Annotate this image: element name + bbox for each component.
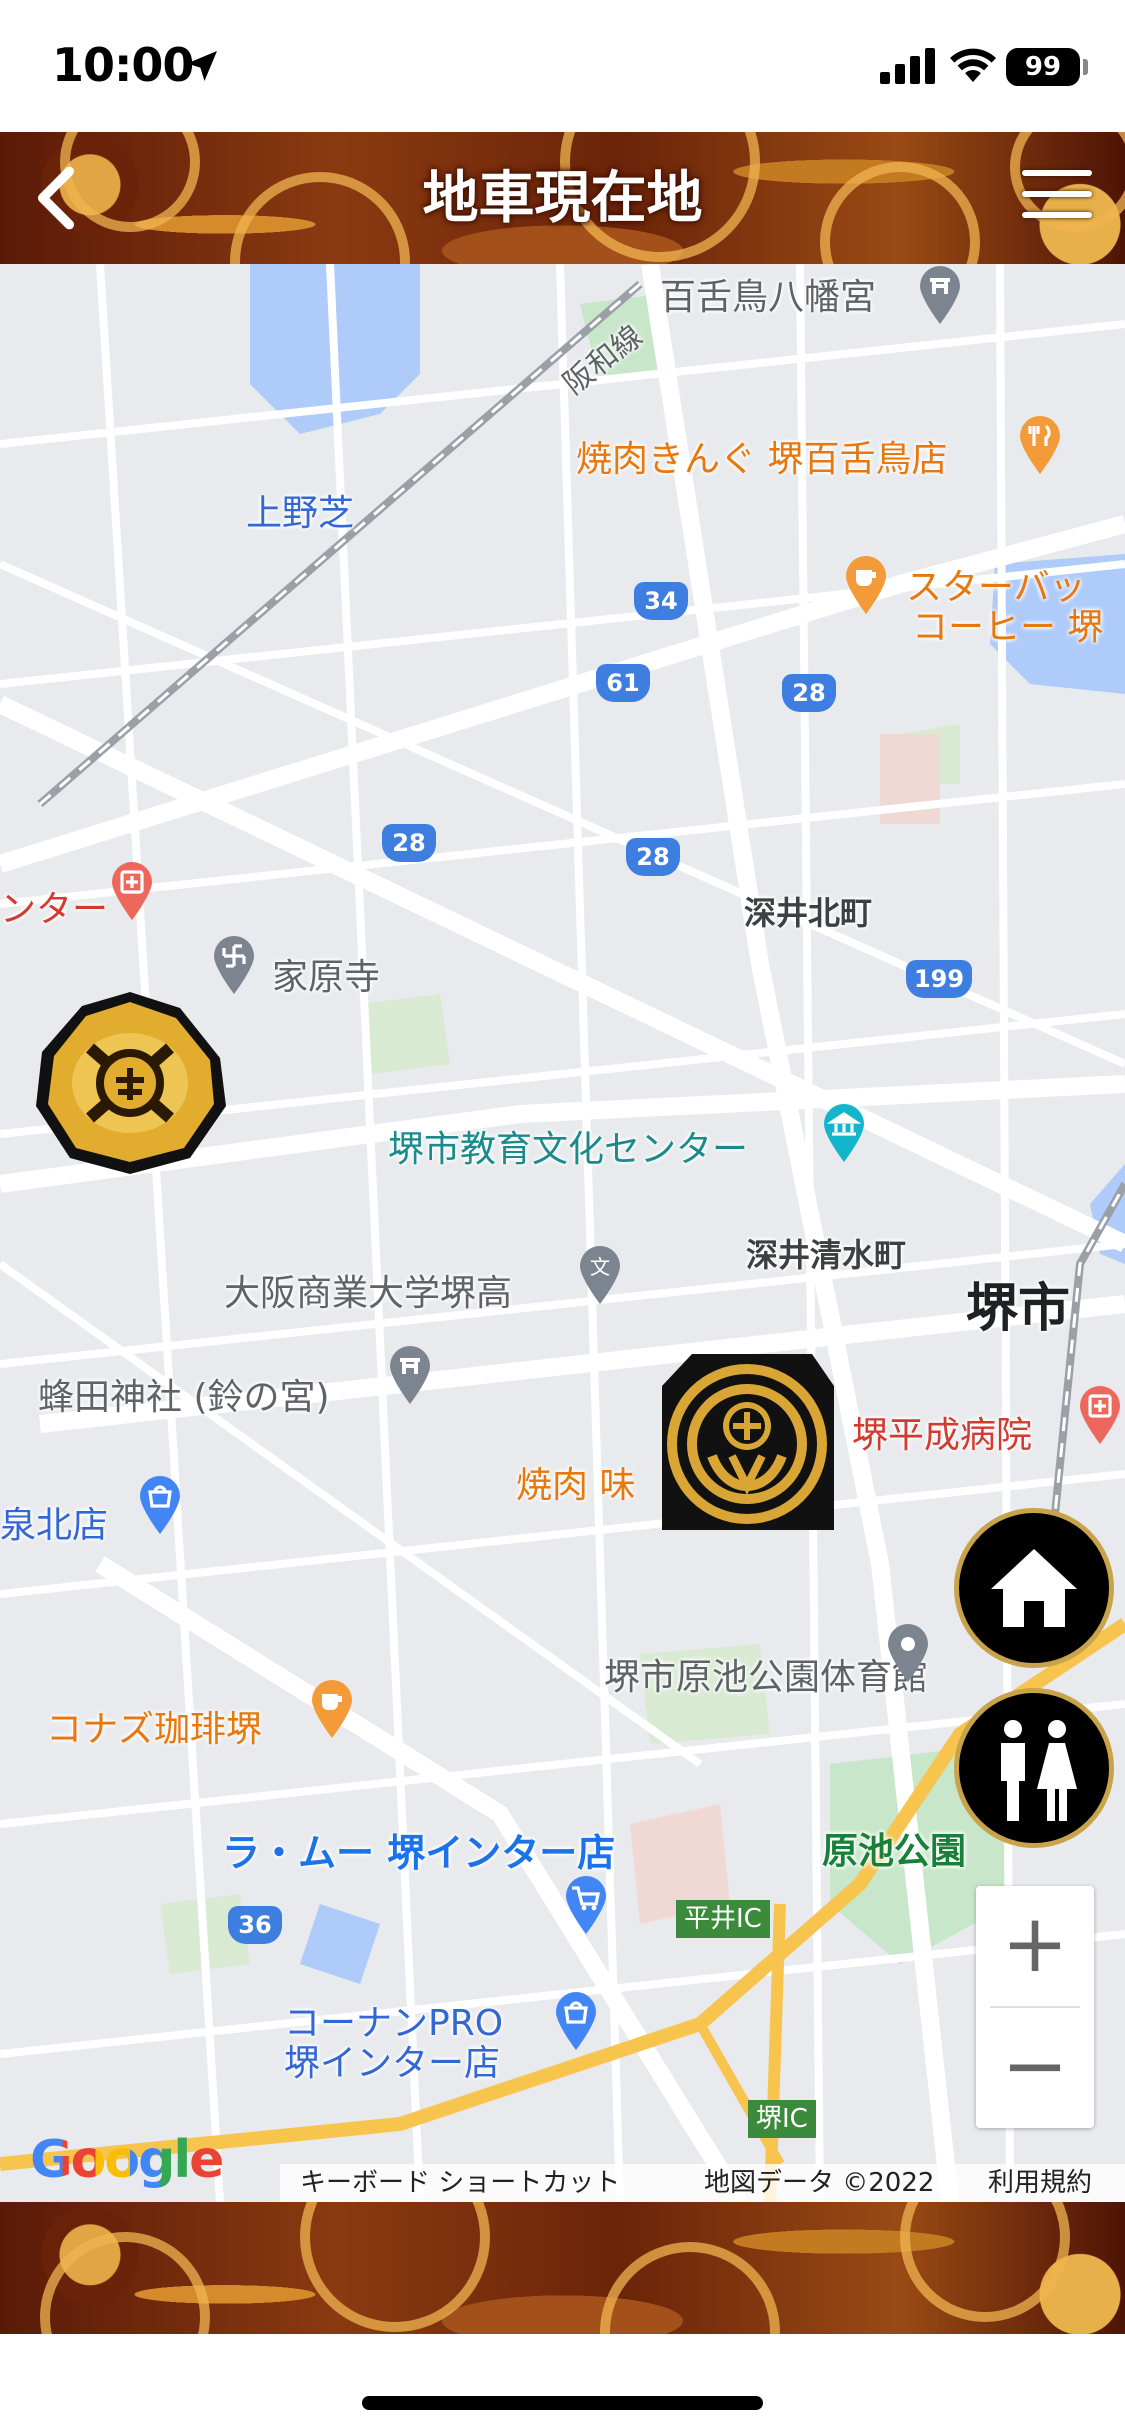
map-label: 焼肉 味 xyxy=(516,1465,636,1506)
map-label: 原池公園 xyxy=(822,1831,967,1872)
restroom-button[interactable] xyxy=(954,1688,1114,1848)
map-label: 百舌鳥八幡宮 xyxy=(660,277,877,318)
route-shield: 28 xyxy=(382,824,436,862)
map-label: 堺市 xyxy=(966,1279,1071,1339)
map-attribution: キーボード ショートカット 地図データ ©2022 利用規約 xyxy=(280,2164,1125,2202)
map-label: 大阪商業大学堺高 xyxy=(224,1273,513,1314)
google-logo: Google xyxy=(30,2130,224,2190)
google-logo-text: Google xyxy=(30,2130,224,2190)
map-label: ラ・ムー 堺インター店 xyxy=(222,1831,616,1875)
shopping-pin-icon[interactable] xyxy=(136,1474,184,1536)
map-label: 深井北町 xyxy=(744,894,873,932)
map-label: 堺市原池公園体育館 xyxy=(604,1657,929,1698)
route-shield: 28 xyxy=(626,838,680,876)
shrine-pin-icon[interactable] xyxy=(916,264,964,326)
map-label: 蜂田神社 (鈴の宮) xyxy=(38,1377,330,1418)
cart-pin-icon[interactable] xyxy=(562,1874,610,1936)
route-shield: 28 xyxy=(782,674,836,712)
route-shield: 199 xyxy=(906,960,972,998)
route-shield: 61 xyxy=(596,664,650,702)
terms-link[interactable]: 利用規約 xyxy=(988,2164,1092,2202)
school-pin-icon[interactable]: 文 xyxy=(576,1244,624,1306)
danjiri-crest-marker[interactable] xyxy=(30,988,230,1178)
museum-pin-icon[interactable] xyxy=(820,1102,868,1164)
map-label: 家原寺 xyxy=(272,957,381,998)
footer-ornament xyxy=(0,2202,1125,2334)
zoom-out-button[interactable]: − xyxy=(976,2008,1094,2128)
restroom-icon xyxy=(1001,1720,1077,1821)
map-label: 堺IC xyxy=(748,2100,816,2138)
route-shield: 34 xyxy=(634,582,688,620)
shopping-pin-icon[interactable] xyxy=(552,1990,600,2052)
back-chevron-icon[interactable] xyxy=(26,160,86,236)
map-label: 上野芝 xyxy=(246,493,355,534)
wifi-icon xyxy=(950,48,996,82)
hospital-pin-icon[interactable] xyxy=(108,860,156,922)
cafe-pin-icon[interactable] xyxy=(842,554,890,616)
cafe-pin-icon[interactable] xyxy=(308,1678,356,1740)
map-label: 深井清水町 xyxy=(746,1236,907,1274)
home-icon xyxy=(991,1549,1077,1627)
map-label: 堺インター店 xyxy=(284,2043,501,2084)
map-label: コーヒー 堺 xyxy=(912,607,1104,648)
map-label: 焼肉きんぐ 堺百舌鳥店 xyxy=(576,439,948,480)
status-time: 10:00 xyxy=(52,38,194,92)
page-title: 地車現在地 xyxy=(422,165,703,231)
zoom-controls: + − xyxy=(976,1886,1094,2128)
zoom-in-button[interactable]: + xyxy=(976,1886,1094,2006)
bottom-safe-area xyxy=(0,2334,1125,2436)
battery-tip xyxy=(1083,59,1088,75)
hospital-pin-icon[interactable] xyxy=(1076,1384,1124,1446)
battery-indicator: 99 xyxy=(1006,48,1080,86)
danjiri-crest-marker[interactable] xyxy=(652,1346,842,1536)
home-button[interactable] xyxy=(954,1508,1114,1668)
map-label: 泉北店 xyxy=(0,1505,109,1546)
signal-icon xyxy=(880,48,935,84)
map-label: 平井IC xyxy=(676,1900,770,1938)
map-label: ンター xyxy=(0,889,109,930)
status-bar: 10:00 99 xyxy=(0,0,1125,132)
map-data-text: 地図データ ©2022 xyxy=(704,2168,935,2198)
map-label: 堺平成病院 xyxy=(852,1415,1033,1456)
restaurant-pin-icon[interactable] xyxy=(1016,414,1064,476)
place-pin-icon[interactable] xyxy=(884,1622,932,1684)
map-label: 堺市教育文化センター xyxy=(388,1129,749,1170)
keyboard-shortcuts-link[interactable]: キーボード ショートカット xyxy=(300,2164,620,2202)
temple-pin-icon[interactable] xyxy=(210,934,258,996)
svg-text:文: 文 xyxy=(590,1255,610,1279)
map-label: コナズ珈琲堺 xyxy=(46,1709,263,1750)
home-indicator xyxy=(362,2396,763,2410)
route-shield: 36 xyxy=(228,1906,282,1944)
hamburger-menu-icon[interactable] xyxy=(1022,170,1092,226)
location-arrow-icon xyxy=(187,51,217,81)
map-view[interactable]: 百舌鳥八幡宮 阪和線 焼肉きんぐ 堺百舌鳥店 スターバッ コーヒー 堺 上野芝 … xyxy=(0,264,1125,2202)
shrine-pin-icon[interactable] xyxy=(386,1344,434,1406)
